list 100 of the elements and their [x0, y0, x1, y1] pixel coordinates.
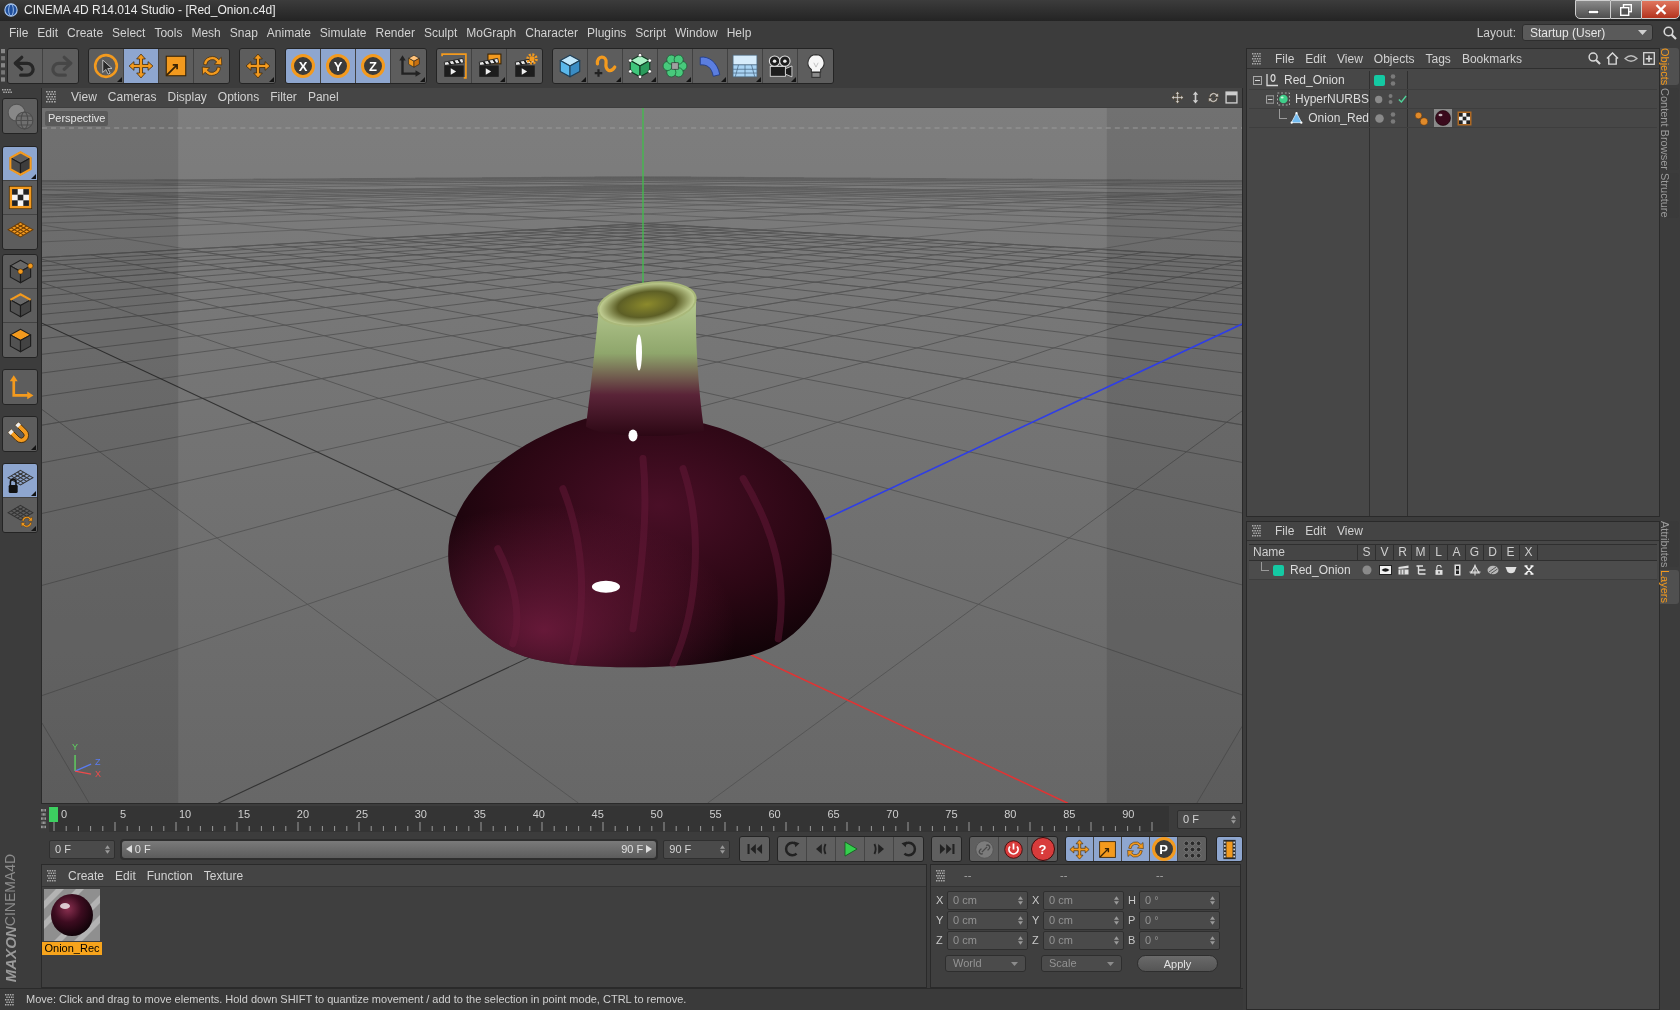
visibility-dots-icon[interactable]	[1390, 111, 1396, 125]
pan-view-icon[interactable]	[1171, 90, 1184, 104]
column-header[interactable]: L	[1430, 545, 1448, 560]
restore-button[interactable]	[1611, 0, 1641, 19]
playhead-marker[interactable]	[49, 807, 58, 822]
grip-icon[interactable]	[5, 993, 14, 1006]
menu-item[interactable]: Edit	[1305, 522, 1327, 540]
menu-item[interactable]: Edit	[1305, 49, 1327, 68]
axis-lock-button[interactable]: X	[286, 49, 321, 83]
render-settings-button[interactable]	[507, 49, 542, 83]
grip-icon[interactable]	[1252, 52, 1261, 65]
timeline-button[interactable]	[1217, 837, 1242, 861]
menu-item[interactable]: File	[1275, 522, 1295, 540]
layer-name[interactable]: Red_Onion	[1290, 561, 1351, 579]
column-header[interactable]: R	[1394, 545, 1412, 560]
menu-item[interactable]: File	[1275, 49, 1295, 68]
menu-item[interactable]: Cameras	[107, 88, 157, 107]
object-name[interactable]: Red_Onion	[1284, 71, 1345, 89]
axis-lock-button[interactable]: Y	[321, 49, 356, 83]
column-header[interactable]: V	[1376, 545, 1394, 560]
column-header[interactable]: S	[1358, 545, 1376, 560]
end-frame-field[interactable]: 90 F	[663, 839, 730, 859]
menu-item[interactable]: Bookmarks	[1461, 49, 1522, 68]
search-icon[interactable]	[1588, 52, 1601, 65]
hierarchy-icon[interactable]	[1416, 565, 1426, 575]
record-keys-button[interactable]	[999, 837, 1028, 861]
grip-icon[interactable]	[46, 91, 56, 104]
layer-dot-icon[interactable]	[1374, 93, 1384, 105]
workplane-mode-button[interactable]	[3, 215, 37, 249]
light-button[interactable]	[798, 49, 833, 83]
rotation-key-button[interactable]	[1122, 837, 1150, 861]
points-mode-button[interactable]	[3, 255, 37, 289]
polygons-mode-button[interactable]	[3, 323, 37, 357]
previous-frame-button[interactable]	[807, 837, 836, 861]
cube-object-button[interactable]	[553, 49, 588, 83]
next-frame-button[interactable]	[865, 837, 894, 861]
subdivision-button[interactable]	[623, 49, 658, 83]
render-view-button[interactable]	[437, 49, 472, 83]
recent-tool-button[interactable]	[240, 49, 275, 83]
object-name[interactable]: HyperNURBS	[1295, 90, 1369, 108]
axis-mode-button[interactable]	[3, 370, 37, 404]
x-mark-icon[interactable]	[1524, 565, 1534, 575]
cup-icon[interactable]	[1505, 566, 1517, 574]
workplane-snap-button[interactable]	[3, 498, 37, 532]
menu-item[interactable]: Texture	[203, 866, 244, 885]
menu-item[interactable]: Snap	[229, 23, 258, 42]
play-button[interactable]	[836, 837, 865, 861]
tweak-mode-button[interactable]	[3, 417, 37, 451]
menu-item[interactable]: Function	[146, 866, 193, 885]
parameter-key-button[interactable]: P	[1150, 837, 1178, 861]
camera-button[interactable]	[763, 49, 798, 83]
environment-button[interactable]	[728, 49, 763, 83]
shading-tag-icon[interactable]	[1414, 110, 1429, 126]
grip-icon[interactable]	[936, 869, 945, 882]
timeline-ruler[interactable]: 0 5 10 15 20 25 30 35 40 45 50 55 60 65 70 75 80 85 90	[49, 806, 1169, 832]
eye-toggle-icon[interactable]	[1624, 54, 1638, 63]
menu-item[interactable]: View	[71, 88, 97, 107]
rotate-view-icon[interactable]	[1207, 90, 1220, 104]
material-ball-icon[interactable]	[44, 889, 100, 941]
menu-item[interactable]: Tools	[154, 23, 183, 42]
next-key-button[interactable]	[894, 837, 923, 861]
last-frame-button[interactable]	[932, 837, 961, 861]
move-tool-button[interactable]	[124, 49, 159, 83]
film-strip-icon[interactable]	[1453, 564, 1461, 576]
menu-item[interactable]: Help	[726, 23, 752, 42]
menu-item[interactable]: Render	[375, 23, 415, 42]
open-padlock-icon[interactable]	[1435, 565, 1443, 575]
menu-item[interactable]: Filter	[270, 88, 297, 107]
close-button[interactable]	[1641, 0, 1680, 19]
cloner-button[interactable]	[658, 49, 693, 83]
collapse-box-icon[interactable]	[1253, 75, 1262, 85]
rotate-tool-button[interactable]	[194, 49, 229, 83]
start-frame-field[interactable]: 0 F	[49, 839, 115, 859]
spinner-arrows-icon[interactable]	[1231, 814, 1236, 824]
menu-item[interactable]: MoGraph	[466, 23, 517, 42]
menu-item[interactable]: Window	[675, 23, 718, 42]
material-name[interactable]: Onion_Rec	[42, 942, 102, 955]
scale-key-button[interactable]	[1094, 837, 1122, 861]
point-key-button[interactable]	[1178, 837, 1206, 861]
menu-item[interactable]: Objects	[1373, 49, 1415, 68]
menu-item[interactable]: Character	[525, 23, 578, 42]
side-tab[interactable]: Layers	[1660, 570, 1679, 604]
solo-dot-icon[interactable]	[1362, 565, 1372, 575]
current-frame-field[interactable]: 0 F	[1177, 809, 1241, 829]
menu-item[interactable]: View	[1337, 522, 1363, 540]
layer-dot-icon[interactable]	[1374, 112, 1385, 124]
layout-dropdown[interactable]: Startup (User)	[1522, 24, 1653, 41]
texture-mode-button[interactable]	[3, 181, 37, 215]
keyframe-help-button[interactable]: ?	[1028, 837, 1057, 861]
grip-icon[interactable]	[41, 809, 46, 829]
menu-item[interactable]: Tags	[1425, 49, 1451, 68]
menu-item[interactable]: Panel	[307, 88, 339, 107]
right-arrow-icon[interactable]	[646, 845, 653, 853]
column-header[interactable]: E	[1502, 545, 1520, 560]
add-box-icon[interactable]	[1643, 52, 1655, 65]
striped-disc-icon[interactable]	[1487, 565, 1499, 575]
spline-button[interactable]	[588, 49, 623, 83]
collapse-box-icon[interactable]	[1266, 94, 1275, 104]
minimize-button[interactable]	[1575, 0, 1611, 19]
range-handle[interactable]: 0 F 90 F	[121, 840, 657, 858]
